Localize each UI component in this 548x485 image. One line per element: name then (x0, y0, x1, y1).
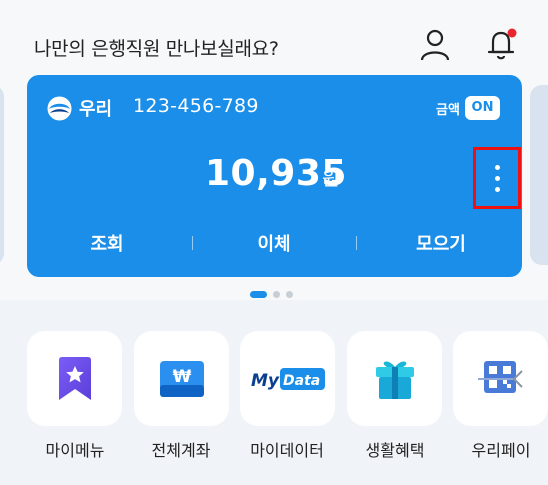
transfer-button[interactable]: 이체 (214, 230, 334, 256)
qr-pay-icon (477, 360, 523, 393)
menu-label-life-benefits: 생활혜택 (365, 441, 425, 460)
menu-tile-all-accounts[interactable]: ₩ (134, 331, 229, 426)
menu-tile-life-benefits[interactable] (347, 331, 442, 426)
savings-button[interactable]: 모으기 (381, 230, 501, 256)
bookmark-star-icon (58, 356, 91, 400)
action-divider (192, 236, 193, 250)
more-options-button[interactable] (473, 147, 521, 209)
pager-dot-active[interactable] (250, 291, 267, 298)
menu-label-woori-pay: 우리페이 (471, 441, 531, 460)
menu-label-all-accounts: 전체계좌 (151, 441, 211, 460)
action-divider (356, 236, 357, 250)
bank-name: 우리 (79, 99, 113, 120)
woori-bank-logo-icon (47, 96, 72, 121)
gift-box-icon (375, 361, 414, 399)
more-dot-icon (494, 186, 500, 192)
svg-text:My: My (251, 371, 280, 391)
account-card[interactable]: 우리 123-456-789 금액 ON 10,935 원 조회 이체 모으기 (27, 75, 522, 277)
notification-dot (507, 28, 517, 38)
menu-tile-my-menu[interactable] (27, 331, 122, 426)
next-card-peek[interactable] (530, 85, 548, 265)
won-wallet-icon: ₩ (159, 360, 204, 397)
mydata-logo-icon: My Data (251, 367, 325, 391)
amount-toggle-label: 금액 (436, 103, 460, 118)
balance-currency: 원 (322, 168, 340, 190)
profile-icon[interactable] (419, 28, 451, 62)
svg-text:Data: Data (283, 373, 320, 389)
amount-toggle[interactable]: ON (465, 96, 500, 120)
page-title: 나만의 은행직원 만나보실래요? (34, 38, 279, 60)
menu-label-mydata: 마이데이터 (250, 441, 324, 460)
svg-text:₩: ₩ (172, 367, 191, 387)
menu-tile-woori-pay[interactable] (453, 331, 548, 426)
pager-dot[interactable] (273, 291, 280, 298)
more-dot-icon (494, 175, 500, 181)
prev-card-peek[interactable] (0, 85, 4, 265)
more-dot-icon (494, 164, 500, 170)
bell-icon[interactable] (485, 27, 519, 63)
pager-dot[interactable] (286, 291, 293, 298)
account-number: 123-456-789 (133, 95, 259, 117)
menu-label-my-menu: 마이메뉴 (45, 441, 105, 460)
menu-tile-mydata[interactable]: My Data (240, 331, 335, 426)
card-pager (250, 291, 293, 298)
inquiry-button[interactable]: 조회 (47, 230, 167, 256)
